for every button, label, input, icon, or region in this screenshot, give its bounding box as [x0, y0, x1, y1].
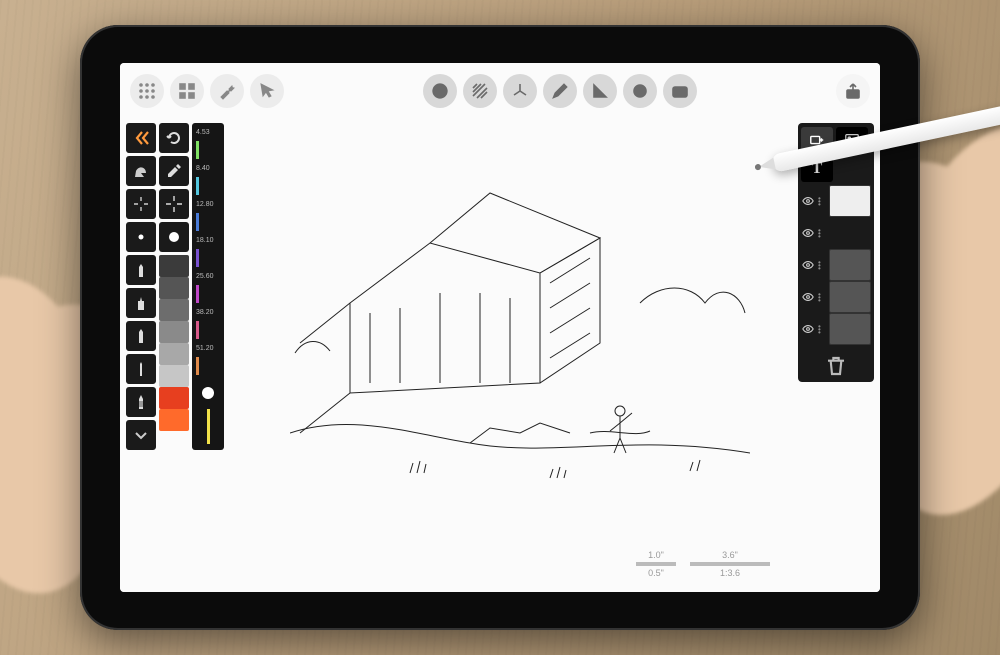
layer-visibility-icon[interactable]	[801, 258, 815, 272]
grid-squares-icon[interactable]	[170, 74, 204, 108]
ruler-tick-label: 8.40	[196, 165, 210, 172]
swatch-column	[159, 123, 189, 450]
ruler-segment[interactable]: 38.20	[194, 307, 222, 343]
brush-hatch-icon[interactable]	[126, 387, 156, 417]
grid-dots-icon[interactable]	[130, 74, 164, 108]
ruler-segment[interactable]: 51.20	[194, 343, 222, 379]
collapse-arrows-icon[interactable]	[126, 123, 156, 153]
brush-dot-large-icon[interactable]	[159, 222, 189, 252]
left-tool-panel: 4.53 8.40 12.80 18.10 25.60 38.20 51.20	[126, 123, 256, 450]
ruler-segment[interactable]: 8.40	[194, 163, 222, 199]
scale-bar-2	[690, 562, 770, 566]
layer-options-icon[interactable]: •••	[818, 325, 826, 334]
wrench-icon[interactable]	[210, 74, 244, 108]
eyedropper-icon[interactable]	[159, 156, 189, 186]
camera-icon[interactable]	[663, 74, 697, 108]
brush-dot-small-icon[interactable]	[126, 222, 156, 252]
layer-thumbnail[interactable]	[829, 281, 871, 313]
brush-liner-icon[interactable]	[126, 255, 156, 285]
ruler-segment[interactable]: 18.10	[194, 235, 222, 271]
layer-row: •••	[801, 281, 871, 313]
color-swatch[interactable]	[159, 299, 189, 321]
layer-visibility-icon[interactable]	[801, 322, 815, 336]
axes-icon[interactable]	[503, 74, 537, 108]
top-left-group	[130, 74, 284, 108]
color-swatch[interactable]	[159, 365, 189, 387]
ruler-tick-label: 51.20	[196, 345, 214, 352]
layer-options-icon[interactable]: •••	[818, 261, 826, 270]
color-swatch[interactable]	[159, 387, 189, 409]
color-swatch[interactable]	[159, 321, 189, 343]
layer-thumbnail[interactable]	[829, 185, 871, 217]
scale-bar-1	[636, 562, 676, 566]
top-center-group	[423, 74, 697, 108]
ruler-tick-label: 18.10	[196, 237, 214, 244]
layer-options-icon[interactable]: •••	[818, 229, 826, 238]
ruler-active-line	[207, 409, 210, 444]
top-toolbar	[120, 71, 880, 111]
brush-expand-icon[interactable]	[126, 420, 156, 450]
scale-top-2: 3.6"	[722, 550, 738, 560]
aim-large-icon[interactable]	[159, 189, 189, 219]
share-icon[interactable]	[836, 74, 870, 108]
ruler-triangle-icon[interactable]	[583, 74, 617, 108]
layer-visibility-icon[interactable]	[801, 226, 815, 240]
layer-row: •••	[801, 249, 871, 281]
ruler-knob-icon[interactable]	[202, 387, 214, 399]
aim-small-icon[interactable]	[126, 189, 156, 219]
ruler-tick-label: 12.80	[196, 201, 214, 208]
hatch-icon[interactable]	[463, 74, 497, 108]
color-swatch[interactable]	[159, 409, 189, 431]
layer-row: •••	[801, 313, 871, 345]
ruler-segment[interactable]: 12.80	[194, 199, 222, 235]
tool-column	[126, 123, 156, 450]
scale-bottom-1: 0.5"	[648, 568, 664, 578]
top-right-group	[836, 74, 870, 108]
scale-top-1: 1.0"	[648, 550, 664, 560]
layer-thumbnail[interactable]	[829, 313, 871, 345]
architecture-sketch	[290, 133, 750, 493]
layer-row: •••	[801, 185, 871, 217]
layer-options-icon[interactable]: •••	[818, 197, 826, 206]
color-swatch[interactable]	[159, 277, 189, 299]
scale-readout: 1.0" 0.5" 3.6" 1:3.6	[636, 550, 770, 578]
redo-circle-icon[interactable]	[159, 123, 189, 153]
layer-visibility-icon[interactable]	[801, 290, 815, 304]
color-swatch[interactable]	[159, 255, 189, 277]
layer-options-icon[interactable]: •••	[818, 293, 826, 302]
pencil-icon[interactable]	[543, 74, 577, 108]
color-swatch[interactable]	[159, 343, 189, 365]
layer-visibility-icon[interactable]	[801, 194, 815, 208]
brush-pen-icon[interactable]	[126, 354, 156, 384]
circle-target-icon[interactable]	[623, 74, 657, 108]
brush-pencil-icon[interactable]	[126, 321, 156, 351]
ruler-tick-label: 4.53	[196, 129, 210, 136]
scale-bottom-2: 1:3.6	[720, 568, 740, 578]
layer-thumbnail[interactable]	[829, 249, 871, 281]
ruler-segment[interactable]: 25.60	[194, 271, 222, 307]
layer-row: •••	[801, 217, 871, 249]
trash-icon[interactable]	[824, 354, 848, 378]
arrow-cursor-icon[interactable]	[250, 74, 284, 108]
size-ruler[interactable]: 4.53 8.40 12.80 18.10 25.60 38.20 51.20	[192, 123, 224, 450]
ipad-device: 1.0" 0.5" 3.6" 1:3.6	[80, 25, 920, 630]
brush-marker-icon[interactable]	[126, 288, 156, 318]
globe-3d-icon[interactable]	[423, 74, 457, 108]
app-screen: 1.0" 0.5" 3.6" 1:3.6	[120, 63, 880, 592]
ruler-segment[interactable]: 4.53	[194, 127, 222, 163]
ruler-tick-label: 38.20	[196, 309, 214, 316]
ruler-tick-label: 25.60	[196, 273, 214, 280]
undo-stroke-icon[interactable]	[126, 156, 156, 186]
